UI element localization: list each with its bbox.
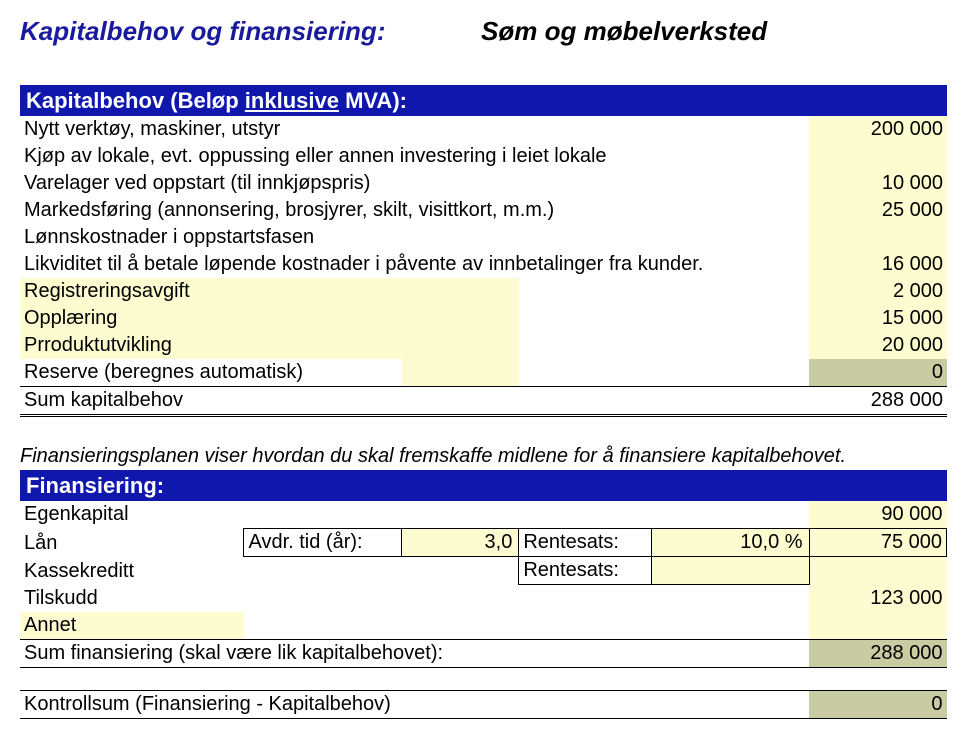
sum-value: 288 000 — [809, 387, 947, 416]
row-value[interactable]: 20 000 — [809, 332, 947, 359]
row-label: Tilskudd — [20, 585, 809, 613]
row-value[interactable] — [809, 557, 946, 585]
rente-label: Rentesats: — [519, 557, 651, 585]
row-value[interactable]: 123 000 — [809, 585, 946, 613]
finansiering-intro: Finansieringsplanen viser hvordan du ska… — [20, 445, 947, 470]
row-label: Kassekreditt — [20, 557, 244, 585]
avdr-label: Avdr. tid (år): — [244, 529, 402, 557]
rente-value[interactable] — [651, 557, 809, 585]
finansiering-header: Finansiering: — [20, 470, 809, 501]
row-value[interactable]: 90 000 — [809, 501, 946, 529]
rente-value[interactable]: 10,0 % — [651, 529, 809, 557]
rente-label: Rentesats: — [519, 529, 651, 557]
page-title: Kapitalbehov og finansiering: Søm og møb… — [20, 16, 947, 47]
kapitalbehov-header: Kapitalbehov (Beløp inklusive MVA): — [20, 85, 809, 116]
row-value[interactable] — [809, 143, 947, 170]
kapitalbehov-table: Kapitalbehov (Beløp inklusive MVA): Nytt… — [20, 85, 947, 417]
row-label[interactable]: Opplæring — [20, 305, 519, 332]
row-value[interactable]: 10 000 — [809, 170, 947, 197]
row-label[interactable]: Registreringsavgift — [20, 278, 519, 305]
row-label: Nytt verktøy, maskiner, utstyr — [20, 116, 809, 143]
row-label: Egenkapital — [20, 501, 809, 529]
avdr-value[interactable]: 3,0 — [402, 529, 519, 557]
row-label: Reserve (beregnes automatisk) — [20, 359, 402, 387]
kapitalbehov-header-right — [809, 85, 947, 116]
sum-label: Sum finansiering (skal være lik kapitalb… — [20, 640, 809, 668]
title-right: Søm og møbelverksted — [481, 16, 767, 46]
row-label[interactable]: Prroduktutvikling — [20, 332, 519, 359]
row-value[interactable]: 25 000 — [809, 197, 947, 224]
row-label: Lønnskostnader i oppstartsfasen — [20, 224, 809, 251]
finansiering-header-right — [809, 470, 946, 501]
row-value[interactable]: 200 000 — [809, 116, 947, 143]
row-label[interactable]: Annet — [20, 612, 244, 640]
row-value[interactable]: 16 000 — [809, 251, 947, 278]
row-label: Markedsføring (annonsering, brosjyrer, s… — [20, 197, 809, 224]
loan-value[interactable]: 75 000 — [809, 529, 946, 557]
row-value[interactable]: 2 000 — [809, 278, 947, 305]
sum-value: 288 000 — [809, 640, 946, 668]
row-value[interactable] — [809, 224, 947, 251]
row-label: Lån — [20, 529, 244, 557]
row-value[interactable] — [809, 612, 946, 640]
row-label: Varelager ved oppstart (til innkjøpspris… — [20, 170, 809, 197]
row-label: Likviditet til å betale løpende kostnade… — [20, 251, 809, 278]
row-label: Kjøp av lokale, evt. oppussing eller ann… — [20, 143, 809, 170]
row-value: 0 — [809, 359, 947, 387]
finansiering-table: Finansiering: Egenkapital 90 000 Lån Avd… — [20, 470, 947, 719]
row-value[interactable]: 15 000 — [809, 305, 947, 332]
title-left: Kapitalbehov og finansiering: — [20, 16, 385, 46]
sum-label: Sum kapitalbehov — [20, 387, 809, 416]
